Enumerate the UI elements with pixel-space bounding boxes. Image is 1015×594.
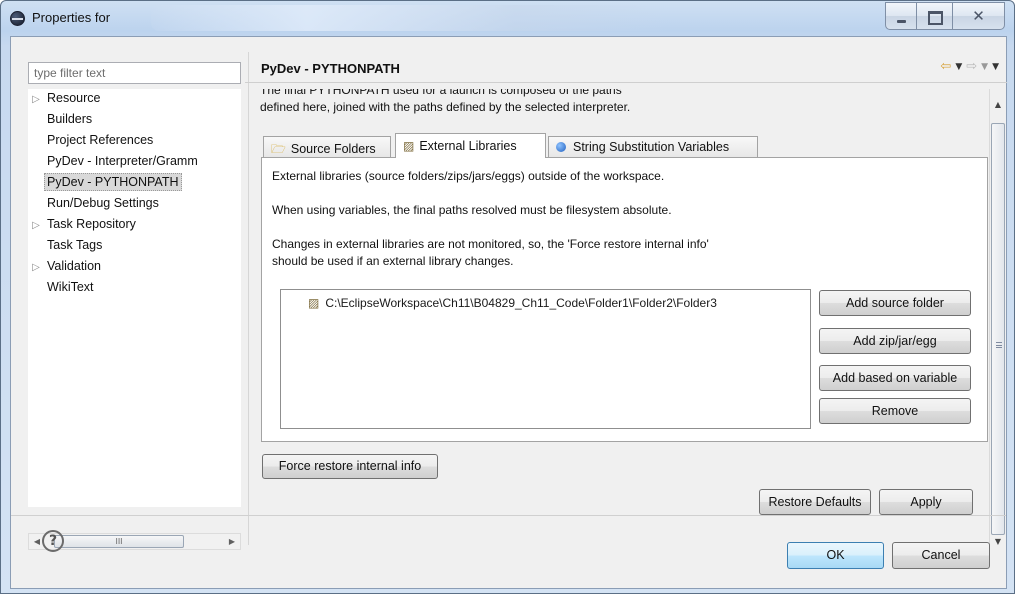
tree-item-builders[interactable]: Builders [28,110,95,131]
back-arrow-icon[interactable]: ⇦ [940,59,951,74]
window-title: Properties for [32,10,111,25]
tree-item-resource[interactable]: ▷ Resource [28,89,104,110]
maximize-button[interactable] [917,2,953,30]
force-restore-internal-info-button[interactable]: Force restore internal info [262,454,438,479]
external-libraries-panel: External libraries (source folders/zips/… [261,157,988,442]
title-bar[interactable]: Properties for ✕ [1,1,1014,35]
tree-item-project-references[interactable]: Project References [28,131,156,152]
back-menu-chevron-icon[interactable]: ▼ [955,62,962,74]
tab-source-folders[interactable]: 🗁 Source Folders [263,136,391,158]
page-header: PyDev - PYTHONPATH ⇦ ▼ ⇨ ▼ ▼ [245,51,1007,83]
scrollbar-thumb[interactable] [991,123,1005,535]
button-bar-divider [11,515,1006,516]
expand-arrow-icon[interactable]: ▷ [28,220,44,231]
external-info-line-2: When using variables, the final paths re… [272,203,672,217]
add-source-folder-button[interactable]: Add source folder [819,290,971,316]
external-info-line-1: External libraries (source folders/zips/… [272,169,665,183]
help-icon[interactable]: ? [42,530,64,552]
tree-item-task-tags[interactable]: Task Tags [28,236,105,257]
description-line-1: The final PYTHONPATH used for a launch i… [260,89,622,97]
tree-item-run-debug-settings[interactable]: Run/Debug Settings [28,194,162,215]
scrollbar-grip-icon [996,342,1002,348]
library-icon: ▨ [403,139,415,153]
tab-string-substitution-variables[interactable]: String Substitution Variables [548,136,758,158]
remove-button[interactable]: Remove [819,398,971,424]
restore-defaults-button[interactable]: Restore Defaults [759,489,871,515]
expand-arrow-icon[interactable]: ▷ [28,262,44,273]
scroll-up-arrow-icon[interactable]: ▲ [990,97,1006,113]
external-libraries-list[interactable]: ▨ C:\EclipseWorkspace\Ch11\B04829_Ch11_Co… [280,289,811,429]
properties-dialog: Properties for ✕ type filter text ▷ Resou… [0,0,1015,594]
add-based-on-variable-button[interactable]: Add based on variable [819,365,971,391]
minimize-button[interactable] [885,2,917,30]
description-line-2: defined here, joined with the paths defi… [260,100,631,114]
library-icon: ▨ [308,296,320,310]
close-button[interactable]: ✕ [953,2,1005,30]
tree-item-task-repository[interactable]: ▷ Task Repository [28,215,139,236]
tree-item-pydev-interpreter[interactable]: PyDev - Interpreter/Gramm [28,152,201,173]
panel-divider[interactable] [248,52,249,545]
apply-button[interactable]: Apply [879,489,973,515]
tree-item-validation[interactable]: ▷ Validation [28,257,104,278]
page-navigation: ⇦ ▼ ⇨ ▼ ▼ [940,59,999,74]
page-vertical-scrollbar[interactable]: ▲ ▼ [989,89,1006,551]
ok-button[interactable]: OK [787,542,884,569]
scrollbar-thumb[interactable]: III [54,535,184,548]
cancel-button[interactable]: Cancel [892,542,990,569]
expand-arrow-icon[interactable]: ▷ [28,94,44,105]
page-description: The final PYTHONPATH used for a launch i… [260,89,630,116]
forward-arrow-icon[interactable]: ⇨ [966,59,977,74]
eclipse-logo-icon [10,11,25,26]
list-item[interactable]: ▨ C:\EclipseWorkspace\Ch11\B04829_Ch11_Co… [308,296,717,310]
close-icon: ✕ [972,7,985,25]
window-controls: ✕ [885,2,1005,30]
scroll-down-arrow-icon[interactable]: ▼ [990,534,1006,550]
view-menu-icon[interactable]: ▼ [992,62,999,74]
tree-item-pydev-pythonpath[interactable]: PyDev - PYTHONPATH [28,173,182,194]
tab-external-libraries[interactable]: ▨ External Libraries [395,133,546,158]
property-page-tree: ▷ Resource Builders Project References Py… [28,89,241,507]
external-info-line-3: Changes in external libraries are not mo… [272,237,709,251]
title-blur [151,5,671,31]
variable-icon [556,142,566,152]
page-title: PyDev - PYTHONPATH [261,61,400,76]
filter-input[interactable]: type filter text [28,62,241,84]
tree-item-wikitext[interactable]: WikiText [28,278,97,299]
external-info-line-4: should be used if an external library ch… [272,254,514,268]
forward-menu-chevron-icon[interactable]: ▼ [981,62,988,74]
dialog-client-area: type filter text ▷ Resource Builders Proj… [10,36,1007,589]
scroll-right-arrow-icon[interactable]: ▶ [224,534,240,549]
add-zip-jar-egg-button[interactable]: Add zip/jar/egg [819,328,971,354]
